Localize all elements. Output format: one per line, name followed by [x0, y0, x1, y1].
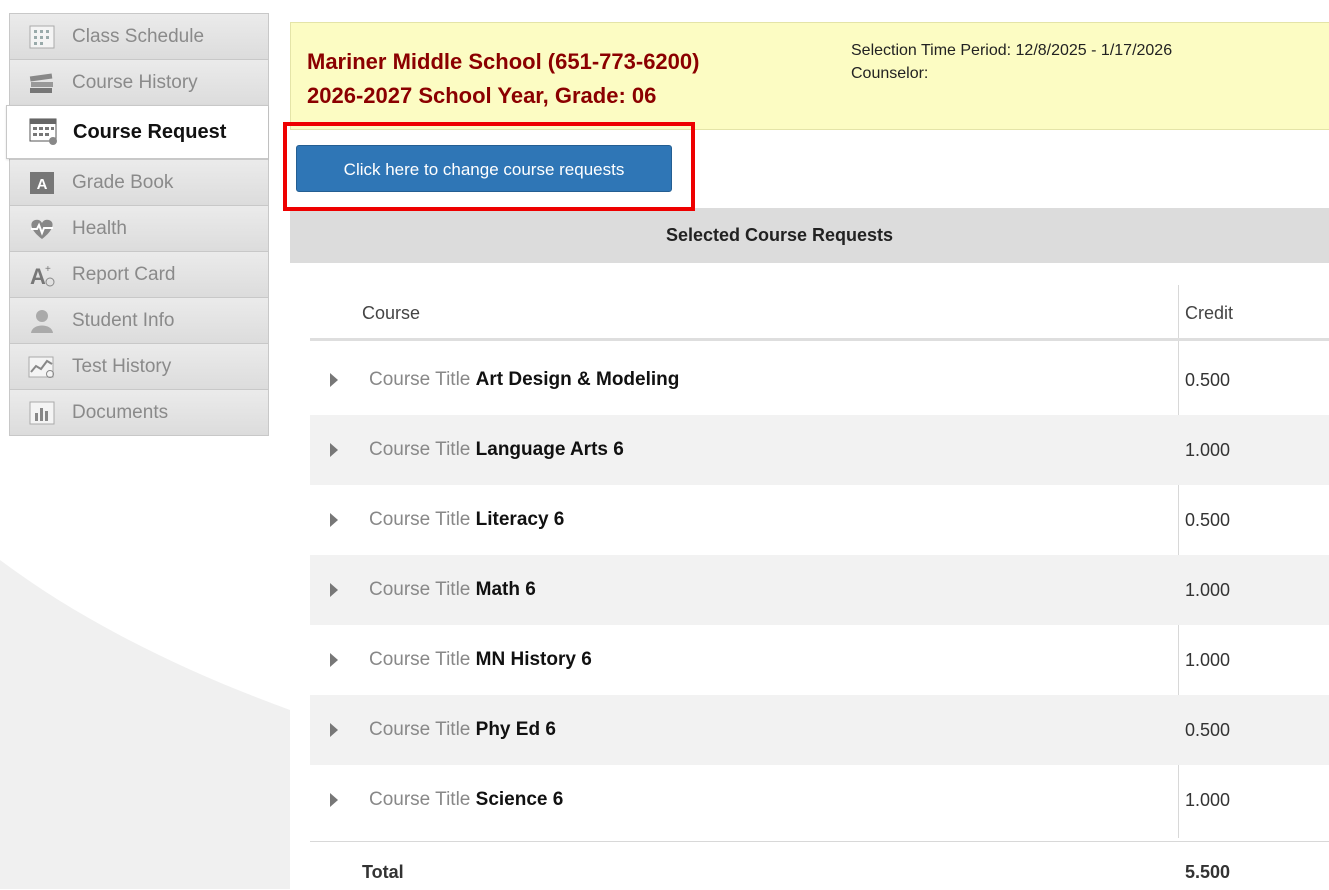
- sidebar-item-course-request[interactable]: Course Request: [6, 105, 268, 159]
- expand-caret-icon[interactable]: [330, 723, 338, 737]
- course-title: Course Title Literacy 6: [369, 485, 564, 555]
- course-title: Course Title Science 6: [369, 765, 563, 835]
- sidebar-item-label: Health: [72, 217, 127, 239]
- course-title: Course Title Art Design & Modeling: [369, 345, 679, 415]
- table-row[interactable]: Course Title Math 6 1.000: [310, 555, 1329, 625]
- course-title: Course Title Language Arts 6: [369, 415, 624, 485]
- counselor-label: Counselor:: [851, 65, 929, 82]
- report-card-icon: A +: [28, 262, 56, 288]
- table-row[interactable]: Course Title Phy Ed 6 0.500: [310, 695, 1329, 765]
- total-row: Total 5.500: [310, 841, 1329, 890]
- expand-caret-icon[interactable]: [330, 443, 338, 457]
- person-icon: [28, 308, 56, 334]
- course-title-prefix: Course Title: [369, 439, 471, 460]
- expand-caret-icon[interactable]: [330, 793, 338, 807]
- course-title-prefix: Course Title: [369, 579, 471, 600]
- table-row[interactable]: Course Title Language Arts 6 1.000: [310, 415, 1329, 485]
- course-name: Art Design & Modeling: [475, 369, 680, 390]
- svg-text:+: +: [45, 264, 51, 275]
- school-heading: Mariner Middle School (651-773-6200) 202…: [307, 45, 699, 113]
- change-course-requests-button[interactable]: Click here to change course requests: [296, 145, 672, 192]
- column-header-course: Course: [362, 303, 421, 323]
- sidebar-item-label: Course Request: [73, 120, 227, 143]
- sidebar-item-report-card[interactable]: A + Report Card: [10, 251, 268, 297]
- svg-text:A: A: [37, 176, 48, 193]
- course-title-prefix: Course Title: [369, 369, 471, 390]
- expand-caret-icon[interactable]: [330, 513, 338, 527]
- course-name: Science 6: [475, 789, 564, 810]
- sidebar-item-label: Documents: [72, 401, 169, 423]
- sidebar-item-student-info[interactable]: Student Info: [10, 297, 268, 343]
- sidebar-item-grade-book[interactable]: A Grade Book: [10, 159, 268, 205]
- sidebar-item-label: Report Card: [72, 263, 176, 285]
- course-credit: 0.500: [1185, 510, 1231, 530]
- sidebar-item-label: Course History: [72, 71, 198, 93]
- table-row[interactable]: Course Title Science 6 1.000: [310, 765, 1329, 835]
- course-title-prefix: Course Title: [369, 719, 471, 740]
- course-title: Course Title Math 6: [369, 555, 536, 625]
- svg-text:A: A: [30, 264, 46, 288]
- course-title-prefix: Course Title: [369, 649, 471, 670]
- sidebar-item-class-schedule[interactable]: Class Schedule: [10, 13, 268, 59]
- school-info-banner: Mariner Middle School (651-773-6200) 202…: [290, 22, 1329, 130]
- sidebar-item-label: Grade Book: [72, 171, 174, 193]
- expand-caret-icon[interactable]: [330, 653, 338, 667]
- course-credit: 0.500: [1185, 720, 1231, 740]
- sidebar-item-label: Student Info: [72, 309, 175, 331]
- sidebar-nav: Class Schedule Course History Course Req…: [6, 13, 269, 436]
- course-name: Language Arts 6: [475, 439, 624, 460]
- table-row[interactable]: Course Title Art Design & Modeling 0.500: [310, 345, 1329, 415]
- sidebar-item-documents[interactable]: Documents: [10, 389, 268, 435]
- course-title: Course Title MN History 6: [369, 625, 592, 695]
- books-icon: [28, 70, 56, 96]
- selection-info: Selection Time Period: 12/8/2025 - 1/17/…: [851, 39, 1172, 85]
- course-name: Phy Ed 6: [475, 719, 556, 740]
- course-credit: 1.000: [1185, 580, 1231, 600]
- table-row[interactable]: Course Title MN History 6 1.000: [310, 625, 1329, 695]
- course-title-prefix: Course Title: [369, 789, 471, 810]
- table-header: Course Credit: [310, 285, 1329, 341]
- course-credit: 1.000: [1185, 790, 1231, 810]
- total-label: Total: [362, 862, 404, 882]
- expand-caret-icon[interactable]: [330, 373, 338, 387]
- column-header-credit: Credit: [1185, 303, 1234, 323]
- school-year-grade: 2026-2027 School Year, Grade: 06: [307, 83, 657, 108]
- course-name: MN History 6: [475, 649, 592, 670]
- calendar-request-icon: [29, 118, 57, 145]
- course-title: Course Title Phy Ed 6: [369, 695, 556, 765]
- course-name: Literacy 6: [475, 509, 565, 530]
- sidebar-item-label: Class Schedule: [72, 25, 205, 47]
- section-title: Selected Course Requests: [290, 208, 1329, 263]
- bar-chart-doc-icon: [28, 400, 56, 426]
- table-row[interactable]: Course Title Literacy 6 0.500: [310, 485, 1329, 555]
- school-name: Mariner Middle School (651-773-6200): [307, 49, 700, 74]
- course-credit: 1.000: [1185, 440, 1231, 460]
- gradebook-icon: A: [28, 170, 56, 196]
- course-name: Math 6: [475, 579, 536, 600]
- sidebar-item-health[interactable]: Health: [10, 205, 268, 251]
- expand-caret-icon[interactable]: [330, 583, 338, 597]
- course-credit: 1.000: [1185, 650, 1231, 670]
- selection-time-period: Selection Time Period: 12/8/2025 - 1/17/…: [851, 42, 1173, 59]
- sidebar-item-label: Test History: [72, 355, 172, 377]
- course-requests-table: Course Credit Course Title Art Design & …: [290, 263, 1329, 889]
- sidebar-item-test-history[interactable]: Test History: [10, 343, 268, 389]
- heart-pulse-icon: [28, 216, 56, 242]
- line-chart-icon: [28, 354, 56, 380]
- course-credit: 0.500: [1185, 370, 1231, 390]
- course-title-prefix: Course Title: [369, 509, 471, 530]
- sidebar-item-course-history[interactable]: Course History: [10, 59, 268, 105]
- calendar-grid-icon: [28, 24, 56, 50]
- total-credit: 5.500: [1185, 862, 1231, 882]
